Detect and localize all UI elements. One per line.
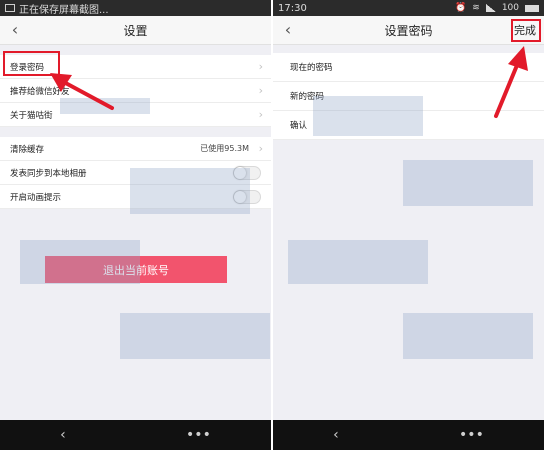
annotation-arrows: [50, 46, 528, 118]
arrow-left: [50, 73, 114, 110]
arrow-right: [494, 46, 528, 118]
